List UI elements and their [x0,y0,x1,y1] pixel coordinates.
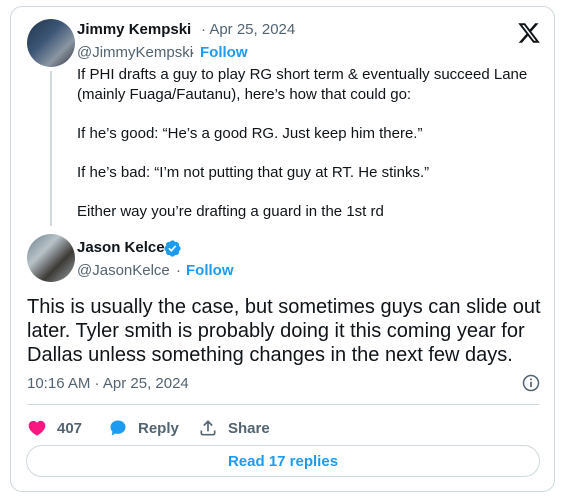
share-label: Share [228,419,270,437]
info-icon[interactable] [521,373,541,393]
quoted-paragraph: If he’s bad: “I’m not putting that guy a… [77,164,430,181]
verified-badge-icon [164,240,181,257]
share-button[interactable]: Share [198,417,270,439]
share-icon [200,420,216,436]
like-count: 407 [57,419,83,437]
handle-jason[interactable]: @JasonKelce [77,262,170,279]
tweet-card: Jimmy Kempski · Apr 25, 2024 @JimmyKemps… [10,6,555,492]
read-replies-button[interactable]: Read 17 replies [26,445,540,477]
reply-label: Reply [138,419,179,437]
avatar-jimmy-kempski[interactable] [27,19,75,67]
quoted-paragraph: If he’s good: “He’s a good RG. Just keep… [77,125,423,142]
post-date[interactable]: · Apr 25, 2024 [201,21,295,38]
thread-line [50,71,52,226]
x-logo-icon[interactable] [517,21,541,45]
quoted-tweet-text: If PHI drafts a guy to play RG short ter… [77,65,547,241]
avatar-jason-kelce[interactable] [27,234,75,282]
tweet-text: This is usually the case, but sometimes … [27,296,541,366]
reply-button[interactable]: Reply [108,417,179,439]
divider [27,404,539,405]
quoted-paragraph: Either way you’re drafting a guard in th… [77,203,384,220]
author-name-jason[interactable]: Jason Kelce [77,239,165,256]
heart-icon [28,420,46,436]
handle-jimmy[interactable]: @JimmyKempski [77,44,193,61]
reply-bubble-icon [110,420,126,436]
quoted-paragraph: If PHI drafts a guy to play RG short ter… [77,66,532,103]
like-button[interactable]: 407 [27,417,82,439]
handle-separator: · [190,44,195,61]
follow-button-jimmy[interactable]: Follow [200,44,248,61]
follow-button-jason[interactable]: Follow [186,262,234,279]
handle-separator: · [176,262,181,279]
author-name-jimmy[interactable]: Jimmy Kempski [77,21,191,38]
tweet-timestamp[interactable]: 10:16 AM · Apr 25, 2024 [27,375,189,392]
